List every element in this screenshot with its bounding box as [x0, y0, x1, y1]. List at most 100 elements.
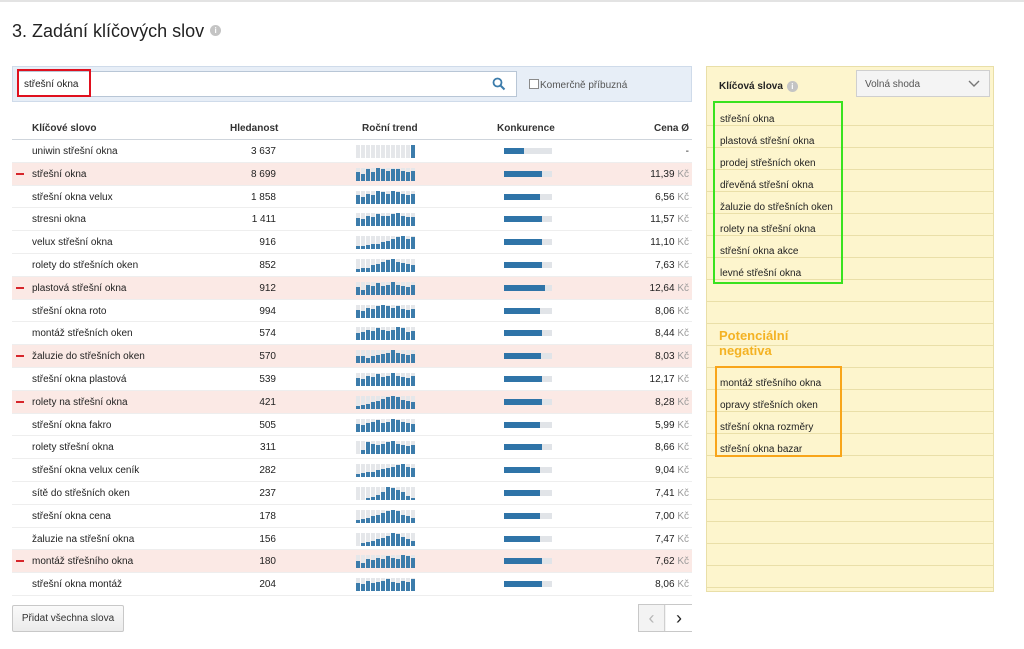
keyword-table: uniwin střešní okna 3 637 - střešní okna 8 6… [12, 140, 692, 596]
minus-icon[interactable] [16, 560, 24, 563]
trend-bar [406, 332, 410, 341]
trend-bar [371, 331, 375, 341]
keyword-cell[interactable]: střešní okna velux [32, 192, 113, 203]
commercial-related-checkbox[interactable]: Komerčně příbuzná [529, 79, 627, 91]
col-price[interactable]: Cena Ø [654, 123, 689, 134]
competition-bar [504, 581, 552, 588]
trend-bar-bg [401, 145, 405, 158]
volume-cell: 421 [259, 396, 276, 408]
volume-cell: 311 [260, 442, 276, 454]
trend-bar [401, 216, 405, 227]
table-row: velux střešní okna 916 11,10 Kč [12, 231, 692, 254]
trend-bar [406, 263, 410, 272]
trend-bar-bg [361, 145, 365, 158]
col-trend[interactable]: Roční trend [362, 123, 418, 134]
keyword-cell[interactable]: střešní okna [32, 169, 86, 180]
volume-cell: 539 [259, 373, 276, 385]
table-row: uniwin střešní okna 3 637 - [12, 140, 692, 163]
volume-cell: 8 699 [250, 168, 276, 180]
trend-bar [371, 356, 375, 364]
table-row: střešní okna plastová 539 12,17 Kč [12, 368, 692, 391]
trend-bar-bg [386, 145, 390, 158]
chevron-left-icon[interactable]: ‹ [639, 605, 665, 631]
trend-sparkline [356, 532, 415, 546]
trend-bar [401, 536, 405, 546]
trend-bar [396, 191, 400, 204]
match-type-select[interactable]: Volná shoda [856, 70, 990, 97]
potential-negatives-title: Potenciální negativa [719, 328, 789, 358]
volume-cell: 1 411 [251, 214, 276, 226]
competition-fill [504, 193, 540, 200]
trend-bar [391, 190, 395, 204]
trend-bar [396, 327, 400, 341]
price-currency: Kč [677, 259, 689, 271]
keyword-cell[interactable]: střešní okna roto [32, 306, 106, 317]
keyword-cell[interactable]: montáž střešních oken [32, 328, 133, 339]
keyword-cell[interactable]: střešní okna montáž [32, 579, 122, 590]
trend-bar [406, 400, 410, 409]
keyword-cell[interactable]: žaluzie na střešní okna [32, 534, 134, 545]
trend-bar [376, 373, 380, 386]
col-volume[interactable]: Hledanost [230, 123, 278, 134]
trend-bar [411, 579, 415, 592]
competition-fill [504, 581, 542, 588]
trend-bar [406, 495, 410, 500]
trend-bar [376, 470, 380, 478]
trend-bar [391, 214, 395, 227]
trend-bar [391, 372, 395, 386]
checkbox-icon[interactable] [529, 79, 539, 89]
trend-bar [381, 512, 385, 523]
trend-bar [381, 285, 385, 295]
keyword-cell[interactable]: plastová střešní okna [32, 283, 127, 294]
trend-bar [381, 168, 385, 181]
keyword-cell[interactable]: rolety na střešní okna [32, 397, 128, 408]
keyword-cell[interactable]: sítě do střešních oken [32, 488, 130, 499]
trend-bar [386, 193, 390, 204]
competition-fill [504, 489, 540, 496]
info-icon[interactable]: i [210, 24, 222, 36]
trend-bar [391, 168, 395, 181]
keyword-cell[interactable]: střešní okna cena [32, 511, 111, 522]
trend-bar [386, 468, 390, 478]
keyword-cell[interactable]: uniwin střešní okna [32, 146, 118, 157]
minus-icon[interactable] [16, 355, 24, 358]
info-icon[interactable]: i [786, 81, 798, 92]
trend-bar [401, 491, 405, 500]
keyword-cell[interactable]: montáž střešního okna [32, 556, 133, 567]
trend-bar [376, 328, 380, 341]
competition-bar [504, 421, 552, 428]
minus-icon[interactable] [16, 172, 24, 175]
trend-sparkline [356, 145, 415, 158]
keyword-cell[interactable]: rolety do střešních oken [32, 260, 138, 271]
price-cell: 5,99 Kč [655, 420, 689, 431]
top-divider [0, 0, 1024, 2]
search-input[interactable]: střešní okna [18, 71, 517, 97]
add-all-button[interactable]: Přidat všechna slova [12, 605, 124, 632]
keyword-cell[interactable]: rolety střešní okna [32, 442, 114, 453]
trend-bar [376, 419, 380, 432]
trend-sparkline [356, 327, 415, 341]
price-cell: 12,64 Kč [650, 283, 689, 294]
col-competition[interactable]: Konkurence [497, 123, 555, 134]
keyword-cell[interactable]: stresni okna [32, 214, 86, 225]
trend-bar [371, 217, 375, 227]
keyword-cell[interactable]: střešní okna plastová [32, 374, 127, 385]
col-keyword[interactable]: Klíčové slovo [32, 123, 96, 134]
minus-icon[interactable] [16, 286, 24, 289]
table-row: žaluzie na střešní okna 156 7,47 Kč [12, 528, 692, 551]
trend-bar [371, 376, 375, 386]
trend-bar [376, 282, 380, 295]
competition-bar [504, 444, 552, 451]
keyword-cell[interactable]: střešní okna fakro [32, 420, 111, 431]
trend-bar [361, 267, 365, 272]
keyword-cell[interactable]: střešní okna velux ceník [32, 465, 139, 476]
search-icon[interactable] [492, 77, 506, 91]
minus-icon[interactable] [16, 400, 24, 403]
search-bar: střešní okna Komerčně příbuzná [12, 66, 692, 102]
keyword-cell[interactable]: žaluzie do střešních oken [32, 351, 145, 362]
keyword-cell[interactable]: velux střešní okna [32, 237, 113, 248]
table-row: stresni okna 1 411 11,57 Kč [12, 208, 692, 232]
trend-bar [356, 246, 360, 250]
table-row: rolety střešní okna 311 8,66 Kč [12, 436, 692, 460]
chevron-right-icon[interactable]: › [666, 605, 692, 631]
